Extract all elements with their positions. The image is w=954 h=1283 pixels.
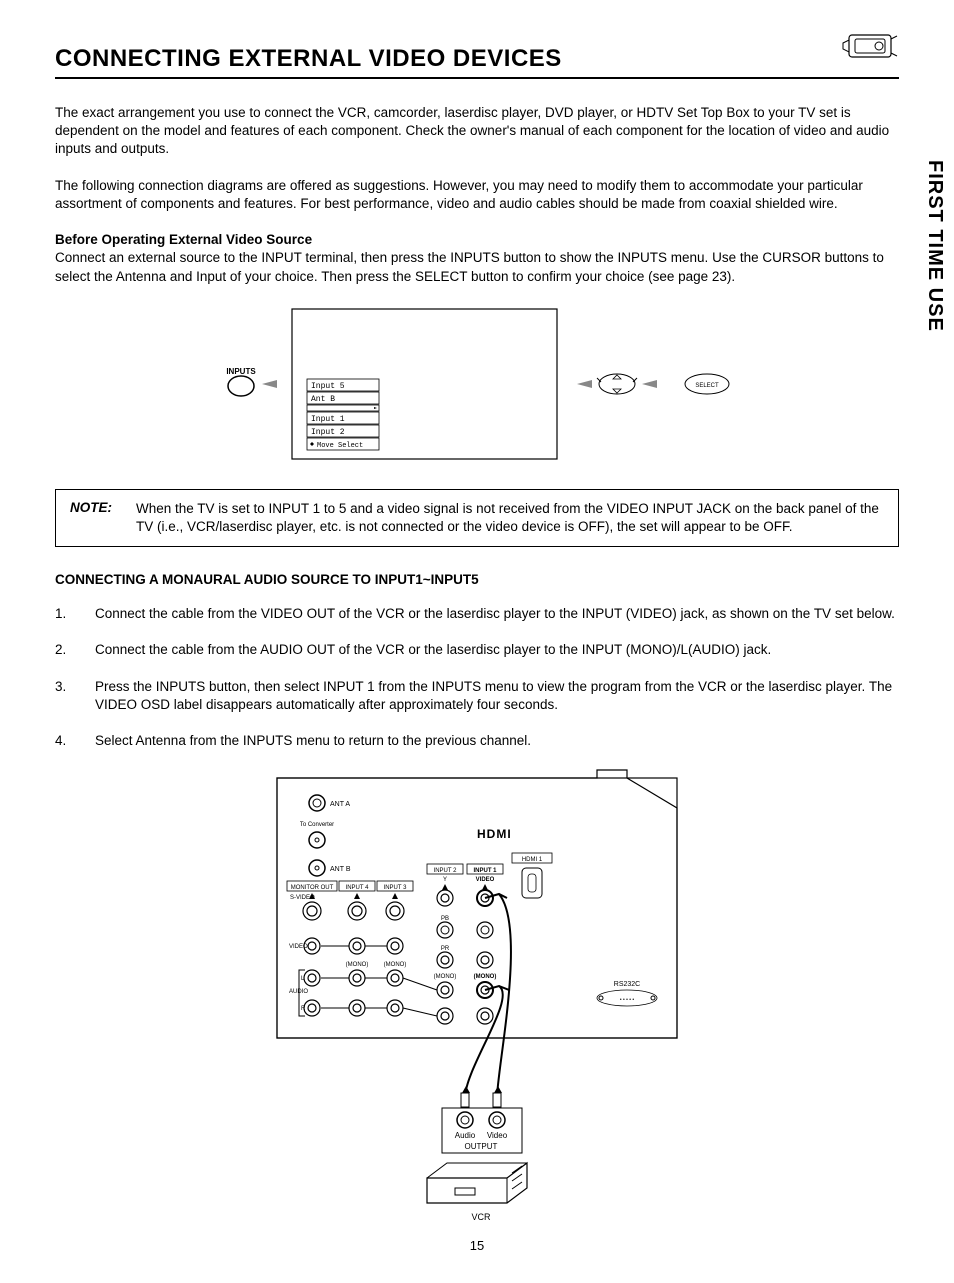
- svg-text:(MONO): (MONO): [384, 962, 407, 968]
- steps-list: Connect the cable from the VIDEO OUT of …: [55, 605, 899, 750]
- step-4: Select Antenna from the INPUTS menu to r…: [55, 732, 899, 750]
- svg-text:INPUT 3: INPUT 3: [384, 885, 408, 891]
- svg-text:To Converter: To Converter: [300, 822, 334, 828]
- page-title: CONNECTING EXTERNAL VIDEO DEVICES: [55, 45, 899, 73]
- svg-text:MONITOR OUT: MONITOR OUT: [291, 885, 334, 891]
- svg-text:SELECT: SELECT: [695, 383, 719, 389]
- svg-text:HDMI: HDMI: [477, 827, 512, 841]
- svg-text:ANT A: ANT A: [330, 801, 350, 808]
- svg-text:Input 1: Input 1: [311, 415, 345, 424]
- svg-text:OUTPUT: OUTPUT: [465, 1142, 498, 1151]
- svg-text:Y: Y: [443, 877, 447, 883]
- svg-text:INPUT 2: INPUT 2: [434, 868, 458, 874]
- back-panel-diagram: ANT A To Converter ANT B HDMI HDMI 1 MON…: [55, 768, 899, 1228]
- svg-text:RS232C: RS232C: [614, 981, 640, 988]
- svg-text:Ant B: Ant B: [311, 395, 335, 404]
- svg-text:ANT B: ANT B: [330, 866, 351, 873]
- step-3: Press the INPUTS button, then select INP…: [55, 678, 899, 714]
- inputs-menu-diagram: INPUTS Input 5 Ant B Input 1 Input 2 Mov…: [55, 304, 899, 464]
- projector-icon: [841, 25, 899, 70]
- svg-text:(MONO): (MONO): [346, 962, 369, 968]
- note-text: When the TV is set to INPUT 1 to 5 and a…: [136, 500, 884, 536]
- monaural-heading: CONNECTING A MONAURAL AUDIO SOURCE TO IN…: [55, 572, 899, 587]
- svg-text:(MONO): (MONO): [434, 974, 457, 980]
- intro-para-1: The exact arrangement you use to connect…: [55, 104, 899, 159]
- svg-text:INPUT 1: INPUT 1: [473, 868, 497, 874]
- inputs-label: INPUTS: [226, 367, 256, 376]
- svg-text:Input 2: Input 2: [311, 428, 345, 437]
- side-tab: FIRST TIME USE: [923, 160, 946, 332]
- svg-text:Input 5: Input 5: [311, 382, 345, 391]
- step-2: Connect the cable from the AUDIO OUT of …: [55, 641, 899, 659]
- svg-text:VIDEO: VIDEO: [476, 877, 495, 883]
- page-number: 15: [55, 1238, 899, 1253]
- svg-text:INPUT 4: INPUT 4: [346, 885, 370, 891]
- note-label: NOTE:: [70, 500, 112, 536]
- svg-text:PB: PB: [441, 916, 449, 922]
- title-rule: [55, 77, 899, 79]
- svg-text:HDMI 1: HDMI 1: [522, 857, 543, 863]
- svg-text:• • • • •: • • • • •: [620, 997, 635, 1003]
- svg-text:PR: PR: [441, 946, 450, 952]
- note-box: NOTE: When the TV is set to INPUT 1 to 5…: [55, 489, 899, 547]
- intro-para-2: The following connection diagrams are of…: [55, 177, 899, 213]
- before-text: Connect an external source to the INPUT …: [55, 250, 884, 283]
- step-1: Connect the cable from the VIDEO OUT of …: [55, 605, 899, 623]
- before-operating: Before Operating External Video Source C…: [55, 231, 899, 286]
- svg-text:(MONO): (MONO): [474, 974, 497, 980]
- before-heading: Before Operating External Video Source: [55, 232, 312, 247]
- svg-text:Video: Video: [487, 1131, 508, 1140]
- svg-text:Move Select: Move Select: [317, 442, 363, 450]
- svg-text:Audio: Audio: [455, 1131, 476, 1140]
- svg-text:VCR: VCR: [471, 1212, 491, 1222]
